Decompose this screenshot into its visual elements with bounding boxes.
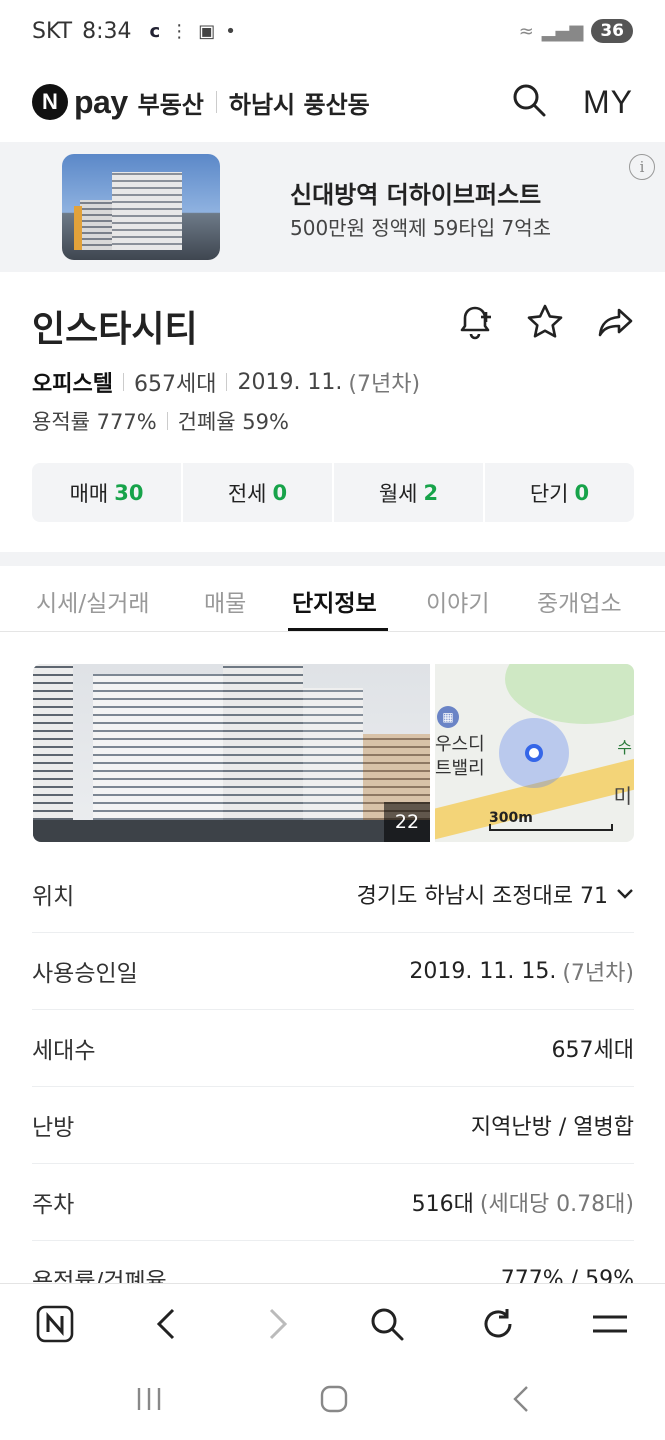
trade-tab-short-term[interactable]: 단기 0 xyxy=(485,463,634,522)
info-row-location[interactable]: 위치 경기도 하남시 조정대로 71 xyxy=(32,856,634,933)
coverage-ratio: 건폐율 59% xyxy=(177,410,289,434)
info-value: 657세대 xyxy=(551,1038,634,1063)
notification-c-icon: c xyxy=(149,20,161,42)
approval-date: 2019. 11. xyxy=(237,369,343,395)
map-label: 우스디 xyxy=(435,734,485,755)
naver-home-icon[interactable] xyxy=(35,1304,75,1344)
info-value: 경기도 하남시 조정대로 71 xyxy=(356,884,608,909)
building-age: (7년차) xyxy=(348,372,421,397)
system-nav-bar xyxy=(0,1363,665,1440)
trade-tab-sale[interactable]: 매매 30 xyxy=(32,463,183,522)
home-icon[interactable] xyxy=(320,1385,348,1417)
info-row-approval-date: 사용승인일 2019. 11. 15. (7년차) xyxy=(32,933,634,1010)
complex-name: 인스타시티 xyxy=(32,309,198,350)
trade-count: 0 xyxy=(574,480,590,505)
info-label: 난방 xyxy=(32,1115,75,1141)
forward-icon[interactable] xyxy=(258,1304,298,1344)
system-back-icon[interactable] xyxy=(510,1385,532,1417)
ad-subtitle[interactable]: 500만원 정액제 59타입 7억초 xyxy=(290,212,551,241)
tab-price-transactions[interactable]: 시세/실거래 xyxy=(36,584,150,618)
carrier-label: SKT xyxy=(32,18,73,44)
trade-count: 0 xyxy=(272,480,288,505)
footsteps-icon: ⋮ xyxy=(170,20,189,42)
trade-count: 2 xyxy=(423,480,439,505)
signal-icon: ▂▄▆ xyxy=(541,20,584,42)
trade-tab-monthly[interactable]: 월세 2 xyxy=(334,463,485,522)
ad-info-icon[interactable]: i xyxy=(629,154,655,180)
naver-logo[interactable]: N xyxy=(32,84,68,120)
location-pin-icon xyxy=(525,744,543,762)
search-icon[interactable] xyxy=(367,1304,407,1344)
info-label: 주차 xyxy=(32,1192,75,1218)
tab-complex-info[interactable]: 단지정보 xyxy=(292,584,377,618)
complex-photo[interactable]: 22 xyxy=(33,664,430,842)
time-label: 8:34 xyxy=(82,18,132,44)
poi-building-icon: ▦ xyxy=(437,706,459,728)
active-tab-indicator xyxy=(288,628,388,631)
header-divider xyxy=(215,91,217,113)
info-label: 위치 xyxy=(32,884,75,910)
info-extra: (7년차) xyxy=(562,961,634,986)
region-label[interactable]: 하남시 풍산동 xyxy=(229,85,370,120)
recent-apps-icon[interactable] xyxy=(135,1385,163,1417)
ad-image[interactable] xyxy=(62,154,220,260)
photo-count-badge: 22 xyxy=(384,802,430,842)
chevron-down-icon[interactable] xyxy=(616,884,634,905)
trade-count: 30 xyxy=(114,480,144,505)
title-actions xyxy=(455,302,635,346)
ad-banner[interactable]: 신대방역 더하이브퍼스트 500만원 정액제 59타입 7억초 i xyxy=(0,142,665,272)
brand-service[interactable]: 부동산 xyxy=(138,85,204,120)
bell-add-icon[interactable] xyxy=(455,302,495,346)
scan-icon: ▣ xyxy=(198,20,216,42)
share-icon[interactable] xyxy=(595,302,635,346)
building-type: 오피스텔 xyxy=(32,372,113,397)
info-row-parking: 주차 516대 (세대당 0.78대) xyxy=(32,1164,634,1241)
menu-icon[interactable] xyxy=(590,1304,630,1344)
tab-stories[interactable]: 이야기 xyxy=(426,584,489,618)
app-header: N pay 부동산 하남시 풍산동 MY xyxy=(0,62,665,142)
info-label: 세대수 xyxy=(32,1038,96,1064)
tab-listings[interactable]: 매물 xyxy=(204,584,246,618)
location-map[interactable]: ▦ 우스디 트밸리 수 미 300m xyxy=(435,664,634,842)
map-label: 트밸리 xyxy=(435,758,485,779)
map-scale-bar xyxy=(489,824,613,831)
info-value: 516대 xyxy=(411,1192,474,1217)
info-value: 지역난방 / 열병합 xyxy=(470,1115,634,1140)
search-icon[interactable] xyxy=(511,82,547,122)
brand-pay[interactable]: pay xyxy=(74,84,128,121)
info-row-heating: 난방 지역난방 / 열병합 xyxy=(32,1087,634,1164)
map-label: 미 xyxy=(613,784,632,808)
trade-tab-jeonse[interactable]: 전세 0 xyxy=(183,463,334,522)
complex-meta: 오피스텔 657세대 2019. 11. (7년차) xyxy=(32,366,420,398)
info-label: 사용승인일 xyxy=(32,961,138,987)
star-icon[interactable] xyxy=(525,302,565,346)
wifi-icon: ≈ xyxy=(518,20,534,42)
my-button[interactable]: MY xyxy=(583,84,633,121)
info-extra: (세대당 0.78대) xyxy=(479,1192,634,1217)
trade-type-tabs: 매매 30 전세 0 월세 2 단기 0 xyxy=(32,463,634,522)
complex-ratio-meta: 용적률 777% 건폐율 59% xyxy=(32,406,289,436)
map-label: 수 xyxy=(617,738,632,757)
refresh-icon[interactable] xyxy=(478,1304,518,1344)
households-label: 657세대 xyxy=(133,372,217,397)
browser-toolbar xyxy=(0,1283,665,1363)
more-dot-icon: • xyxy=(225,20,236,42)
status-bar: SKT 8:34 c ⋮ ▣ • ≈ ▂▄▆ 36 xyxy=(0,0,665,62)
info-value: 2019. 11. 15. xyxy=(409,958,557,984)
tab-agencies[interactable]: 중개업소 xyxy=(537,584,622,618)
floor-area-ratio: 용적률 777% xyxy=(32,410,157,434)
ad-title[interactable]: 신대방역 더하이브퍼스트 xyxy=(290,175,541,210)
back-icon[interactable] xyxy=(146,1304,186,1344)
section-divider xyxy=(0,552,665,566)
battery-badge: 36 xyxy=(591,19,633,43)
section-tabs: 시세/실거래 매물 단지정보 이야기 중개업소 xyxy=(0,566,665,632)
info-row-households: 세대수 657세대 xyxy=(32,1010,634,1087)
